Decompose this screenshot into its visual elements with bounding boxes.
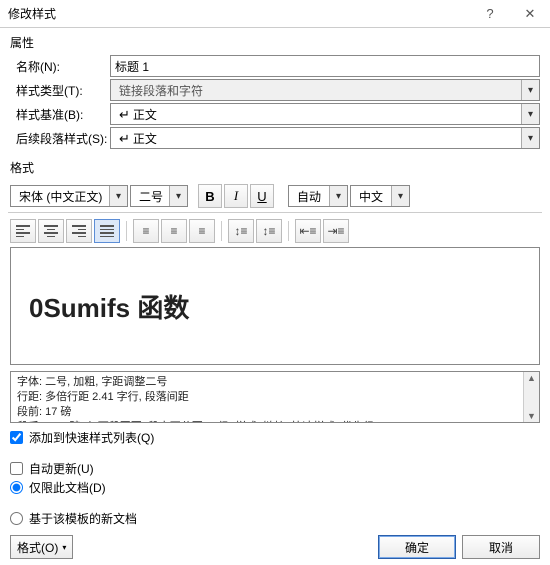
align-left-button[interactable] [10,219,36,243]
color-combo[interactable]: 自动 ▾ [288,185,348,207]
lang-value: 中文 [355,188,383,205]
align-right-button[interactable] [66,219,92,243]
format-btn-label: 格式(O) [17,539,58,556]
indent-inc-button[interactable]: ⇥≡ [323,219,349,243]
separator [126,221,127,241]
reset-icon: ↵ [119,131,130,146]
chevron-down-icon[interactable]: ▾ [521,104,539,124]
label-name: 名称(N): [10,58,110,75]
linespace-15-button[interactable]: ≡ [161,219,187,243]
linespace-1-button[interactable]: ≡ [133,219,159,243]
underline-button[interactable]: U [250,184,274,208]
description-box: 字体: 二号, 加粗, 字距调整二号 行距: 多倍行距 2.41 字行, 段落间… [10,371,540,423]
footer: 格式(O) ▾ 确定 取消 [0,529,550,565]
linespace-2-button[interactable]: ≡ [189,219,215,243]
add-quick-checkbox[interactable]: 添加到快速样式列表(Q) [10,429,540,446]
chevron-down-icon[interactable]: ▾ [391,186,409,206]
bold-button[interactable]: B [198,184,222,208]
chevron-down-icon[interactable]: ▾ [329,186,347,206]
scroll-down-icon[interactable]: ▼ [527,410,536,422]
add-quick-input[interactable] [10,431,23,444]
chevron-down-icon[interactable]: ▾ [521,128,539,148]
titlebar: 修改样式 ? ✕ [0,0,550,28]
auto-update-checkbox[interactable]: 自动更新(U) [10,460,540,477]
style-based-on-value: 正文 [133,108,157,122]
indent-dec-button[interactable]: ⇤≡ [295,219,321,243]
window-buttons: ? ✕ [470,0,550,28]
only-doc-radio[interactable]: 仅限此文档(D) [10,479,540,496]
options-area: 添加到快速样式列表(Q) 自动更新(U) 仅限此文档(D) 基于该模板的新文档 [0,427,550,529]
auto-update-input[interactable] [10,462,23,475]
section-label-format: 格式 [10,159,540,176]
lang-combo[interactable]: 中文 ▾ [350,185,410,207]
chevron-down-icon[interactable]: ▾ [169,186,187,206]
window-title: 修改样式 [8,5,470,22]
desc-line: 段后: 16.5 磅, 与下段同页, 段中不分页, 1 级, 样式: 链接, 快… [17,420,533,423]
scroll-up-icon[interactable]: ▲ [527,372,536,384]
paragraph-toolbar: ≡ ≡ ≡ ↕≡ ↕≡ ⇤≡ ⇥≡ [0,215,550,247]
font-combo[interactable]: 宋体 (中文正文) ▾ [10,185,128,207]
desc-line: 行距: 多倍行距 2.41 字行, 段落间距 [17,390,533,405]
label-following-style: 后续段落样式(S): [10,130,110,147]
chevron-down-icon: ▾ [62,543,66,552]
font-toolbar: 宋体 (中文正文) ▾ 二号 ▾ B I U 自动 ▾ 中文 ▾ [0,182,550,210]
preview-text: 0Sumifs 函数 [29,288,189,325]
preview-pane: 0Sumifs 函数 [10,247,540,365]
color-value: 自动 [293,188,321,205]
desc-scrollbar[interactable]: ▲ ▼ [523,372,539,422]
space-before-dec-button[interactable]: ↕≡ [256,219,282,243]
only-doc-input[interactable] [10,481,23,494]
help-button[interactable]: ? [470,0,510,28]
section-label-properties: 属性 [10,34,540,51]
align-center-button[interactable] [38,219,64,243]
template-new-radio[interactable]: 基于该模板的新文档 [10,510,540,527]
desc-line: 字体: 二号, 加粗, 字距调整二号 [17,375,533,390]
font-value: 宋体 (中文正文) [15,188,102,205]
name-input[interactable] [110,55,540,77]
divider [8,212,542,213]
following-style-value: 正文 [133,132,157,146]
chevron-down-icon: ▾ [521,80,539,100]
close-button[interactable]: ✕ [510,0,550,28]
separator [221,221,222,241]
format-section: 格式 [0,153,550,182]
format-menu-button[interactable]: 格式(O) ▾ [10,535,73,559]
size-value: 二号 [135,188,163,205]
reset-icon: ↵ [119,107,130,122]
desc-line: 段前: 17 磅 [17,405,533,420]
label-style-based-on: 样式基准(B): [10,106,110,123]
following-style-combo[interactable]: ↵正文 ▾ [110,127,540,149]
align-justify-button[interactable] [94,219,120,243]
template-new-input[interactable] [10,512,23,525]
style-type-combo: 链接段落和字符 ▾ [110,79,540,101]
cancel-button[interactable]: 取消 [462,535,540,559]
label-style-type: 样式类型(T): [10,82,110,99]
chevron-down-icon[interactable]: ▾ [109,186,127,206]
style-based-on-combo[interactable]: ↵正文 ▾ [110,103,540,125]
style-type-value: 链接段落和字符 [115,82,203,99]
properties-section: 属性 名称(N): 样式类型(T): 链接段落和字符 ▾ 样式基准(B): ↵正… [0,28,550,153]
space-before-inc-button[interactable]: ↕≡ [228,219,254,243]
italic-button[interactable]: I [224,184,248,208]
size-combo[interactable]: 二号 ▾ [130,185,188,207]
separator [288,221,289,241]
ok-button[interactable]: 确定 [378,535,456,559]
